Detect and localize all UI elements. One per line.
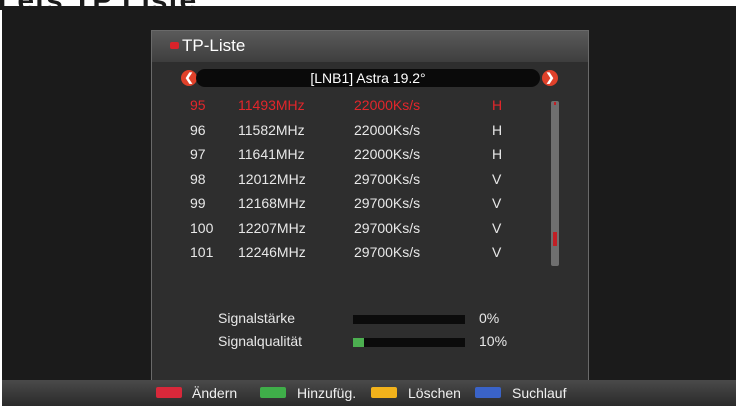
tp-polarization: V — [492, 244, 502, 260]
tv-screen: TP-Liste ❮ [LNB1] Astra 19.2° ❯ 95 11493… — [2, 6, 736, 406]
tp-polarization: V — [492, 219, 502, 236]
tp-frequency: 11493MHz — [238, 97, 305, 113]
tp-number: 99 — [190, 195, 206, 211]
tp-frequency: 12168MHz — [238, 195, 306, 211]
tp-number: 95 — [190, 97, 206, 113]
tp-polarization: V — [492, 195, 502, 211]
green-key-icon[interactable] — [260, 387, 286, 398]
tp-number: 96 — [190, 121, 206, 138]
signal-quality-fill — [353, 338, 365, 347]
satellite-label: [LNB1] Astra 19.2° — [310, 70, 426, 86]
tp-frequency: 12012MHz — [238, 170, 306, 187]
tp-frequency: 12207MHz — [238, 219, 306, 236]
transponder-row[interactable]: 101 12246MHz 29700Ks/s V — [152, 240, 588, 265]
signal-quality-value: 10% — [479, 333, 508, 349]
panel-header: TP-Liste — [152, 31, 588, 62]
transponder-row[interactable]: 97 11641MHz 22000Ks/s H — [152, 142, 588, 167]
tp-number: 100 — [190, 219, 214, 236]
tp-number: 97 — [190, 146, 206, 162]
tp-symbolrate: 22000Ks/s — [354, 97, 421, 113]
scroll-top-marker — [554, 102, 556, 105]
header-bullet-icon — [170, 42, 179, 49]
tp-symbolrate: 22000Ks/s — [354, 121, 421, 138]
tp-symbolrate: 29700Ks/s — [354, 195, 421, 211]
red-key-label: Ändern — [192, 385, 238, 401]
tp-symbolrate: 29700Ks/s — [354, 244, 421, 260]
scroll-thumb[interactable] — [553, 232, 557, 246]
transponder-row[interactable]: 99 12168MHz 29700Ks/s V — [152, 191, 588, 216]
tp-frequency: 11641MHz — [238, 146, 305, 162]
signal-strength-label: Signalstärke — [218, 310, 296, 326]
tp-number: 101 — [190, 244, 214, 260]
function-key-bar: Ändern Hinzufüg. Löschen Suchlauf — [2, 380, 736, 406]
tp-polarization: H — [492, 97, 503, 113]
satellite-selector[interactable]: [LNB1] Astra 19.2° — [196, 69, 540, 87]
red-key-icon[interactable] — [156, 387, 182, 398]
transponder-row[interactable]: 96 11582MHz 22000Ks/s H — [152, 118, 588, 143]
arrow-right-icon[interactable]: ❯ — [542, 70, 558, 86]
yellow-key-label: Löschen — [408, 385, 461, 401]
green-key-label: Hinzufüg. — [297, 385, 357, 401]
tp-list-panel: TP-Liste ❮ [LNB1] Astra 19.2° ❯ 95 11493… — [151, 30, 589, 387]
tp-polarization: V — [492, 170, 502, 187]
transponder-row[interactable]: 100 12207MHz 29700Ks/s V — [152, 216, 588, 241]
arrow-left-icon[interactable]: ❮ — [181, 70, 197, 86]
list-scrollbar[interactable] — [551, 101, 559, 266]
transponder-list: 95 11493MHz 22000Ks/s H 96 11582MHz 2200… — [152, 93, 588, 265]
tp-polarization: H — [492, 146, 503, 162]
tp-frequency: 11582MHz — [238, 121, 305, 138]
tp-number: 98 — [190, 170, 206, 187]
tp-frequency: 12246MHz — [238, 244, 306, 260]
tp-polarization: H — [492, 121, 503, 138]
signal-quality-label: Signalqualität — [218, 333, 303, 349]
signal-strength-bar — [353, 315, 465, 324]
blue-key-label: Suchlauf — [512, 385, 567, 401]
signal-strength-value: 0% — [479, 310, 500, 326]
tp-symbolrate: 22000Ks/s — [354, 146, 421, 162]
tp-symbolrate: 29700Ks/s — [354, 170, 421, 187]
tp-symbolrate: 29700Ks/s — [354, 219, 421, 236]
panel-title: TP-Liste — [182, 36, 246, 55]
signal-quality-bar — [353, 338, 465, 347]
blue-key-icon[interactable] — [475, 387, 501, 398]
transponder-row[interactable]: 98 12012MHz 29700Ks/s V — [152, 167, 588, 192]
transponder-row[interactable]: 95 11493MHz 22000Ks/s H — [152, 93, 588, 118]
yellow-key-icon[interactable] — [371, 387, 397, 398]
